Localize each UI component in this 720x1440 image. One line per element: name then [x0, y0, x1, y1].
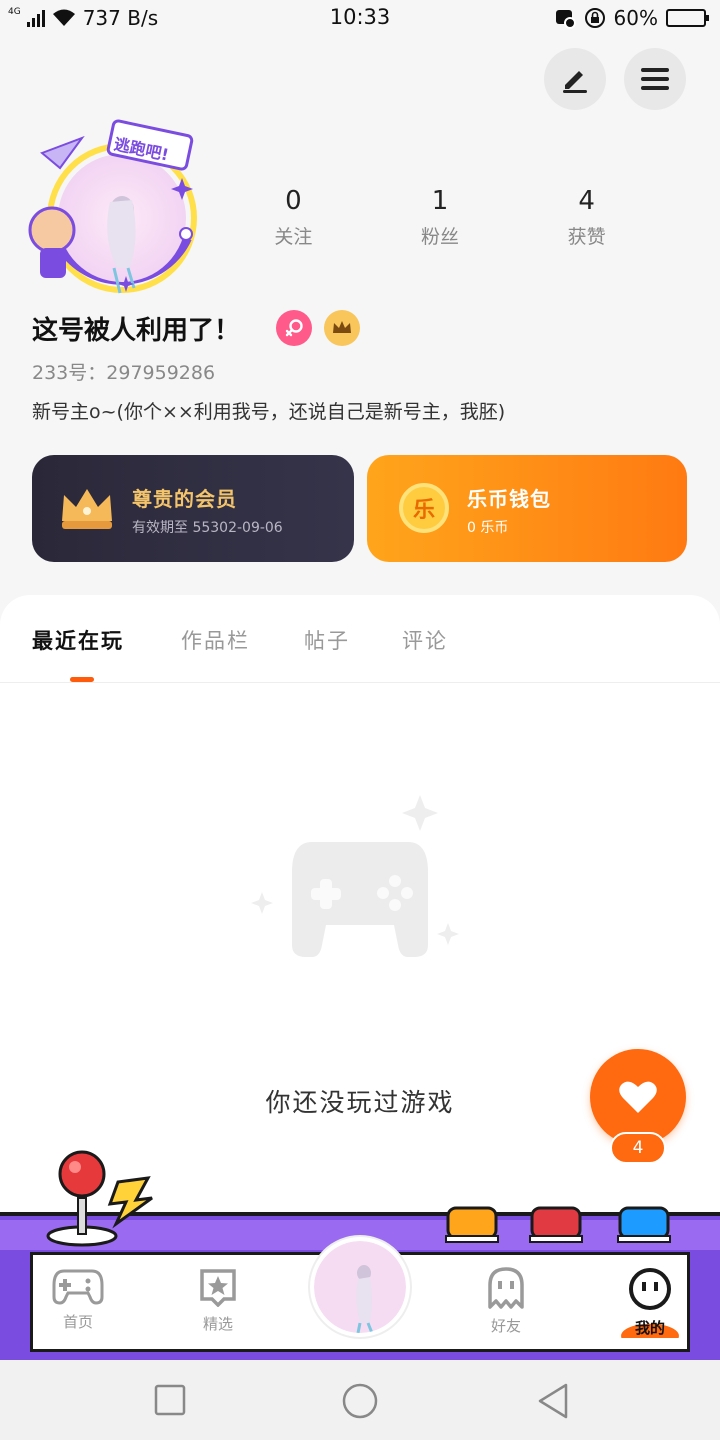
female-icon [285, 319, 303, 337]
profile-stats: 0 关注 1 粉丝 4 获赞 [220, 186, 660, 249]
center-avatar-button[interactable] [310, 1237, 410, 1337]
nav-featured[interactable]: 精选 [173, 1267, 263, 1334]
followers-label: 粉丝 [421, 226, 460, 248]
followers-stat[interactable]: 1 粉丝 [367, 186, 514, 249]
nav-mine-label: 我的 [605, 1317, 695, 1338]
nav-home-label: 首页 [62, 1313, 93, 1331]
wallet-card[interactable]: 乐 乐币钱包 0 乐币 [367, 455, 687, 562]
gender-badge [276, 310, 312, 346]
battery-icon [666, 9, 709, 27]
heart-icon [619, 1081, 657, 1113]
crown-icon [333, 321, 351, 333]
gamepad-icon [251, 795, 459, 957]
coin-icon: 乐 [399, 483, 449, 533]
home-icon[interactable] [341, 1382, 379, 1420]
wallet-card-title: 乐币钱包 [467, 487, 551, 511]
following-label: 关注 [274, 226, 313, 248]
notification-icon [555, 10, 576, 29]
bio: 新号主o~(你个××利用我号，还说自己是新号主，我胚) [32, 401, 506, 423]
vip-expiry: 有效期至 55302-09-06 [132, 520, 283, 536]
back-icon[interactable] [536, 1382, 572, 1420]
likes-count: 4 [578, 186, 595, 216]
following-stat[interactable]: 0 关注 [220, 186, 367, 249]
like-button[interactable] [590, 1049, 686, 1145]
star-icon [200, 1269, 236, 1308]
nickname: 这号被人利用了！ [32, 316, 241, 346]
tab-posts[interactable]: 帖子 [304, 625, 350, 655]
edit-profile-button[interactable] [544, 48, 606, 110]
crown-icon [62, 489, 112, 529]
gamepad-icon [52, 1269, 104, 1305]
nav-friends-label: 好友 [490, 1317, 521, 1335]
nav-home[interactable]: 首页 [33, 1267, 123, 1332]
wallet-balance: 0 乐币 [467, 520, 509, 536]
menu-button[interactable] [624, 48, 686, 110]
status-bar: 4G 737 B/s 10:33 60% [0, 0, 720, 36]
user-id: 233号：297959286 [32, 362, 216, 384]
vip-card-title: 尊贵的会员 [132, 487, 237, 511]
hamburger-icon [641, 68, 669, 90]
vip-card[interactable]: 尊贵的会员 有效期至 55302-09-06 [32, 455, 354, 562]
vip-badge [324, 310, 360, 346]
nav-friends[interactable]: 好友 [461, 1267, 551, 1336]
tab-works[interactable]: 作品栏 [181, 625, 250, 655]
battery-percent: 60% [613, 6, 658, 30]
nav-mine[interactable]: 我的 [605, 1267, 695, 1338]
tab-bar: 最近在玩 作品栏 帖子 评论 [0, 595, 720, 683]
pen-icon [563, 71, 587, 93]
nav-featured-label: 精选 [202, 1315, 233, 1333]
ghost-icon [488, 1267, 524, 1309]
coin-icon-char: 乐 [412, 498, 435, 523]
tab-comments[interactable]: 评论 [402, 625, 448, 655]
avatar-frame [28, 119, 197, 294]
avatar[interactable]: 逃跑吧! [22, 118, 202, 308]
smiley-icon [629, 1268, 671, 1310]
following-count: 0 [285, 186, 302, 216]
tab-recent[interactable]: 最近在玩 [32, 625, 124, 655]
recent-apps-icon[interactable] [154, 1384, 186, 1416]
likes-label: 获赞 [567, 226, 606, 248]
system-nav-bar [0, 1360, 720, 1440]
tab-indicator [70, 677, 94, 682]
followers-count: 1 [431, 186, 449, 216]
avatar [314, 1241, 406, 1333]
likes-stat[interactable]: 4 获赞 [513, 186, 660, 249]
rotation-lock-icon [584, 8, 605, 28]
